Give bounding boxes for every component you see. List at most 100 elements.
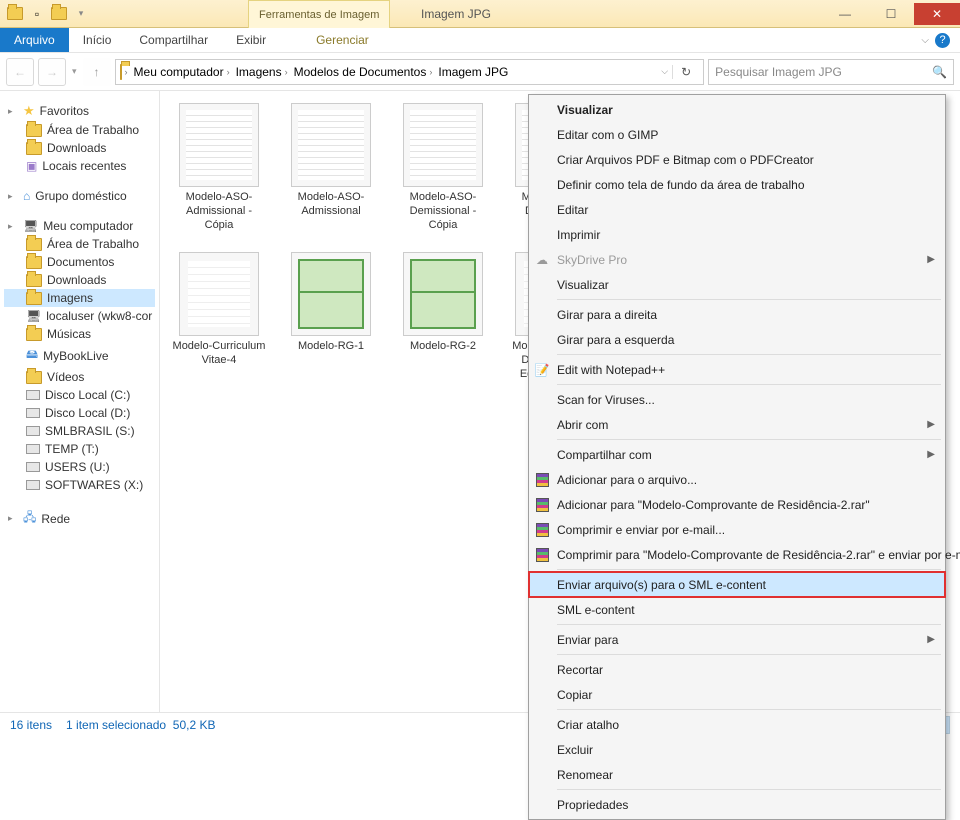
separator [557,384,941,385]
ctx-visualizar2[interactable]: Visualizar [529,272,945,297]
ribbon-expand-icon[interactable]: ⌵ [921,35,929,46]
tree-item[interactable]: Área de Trabalho [4,121,155,139]
tree-item[interactable]: Disco Local (D:) [4,404,155,422]
ctx-add-rar[interactable]: Adicionar para "Modelo-Comprovante de Re… [529,492,945,517]
address-dropdown-icon[interactable]: ⌵ [657,66,672,77]
ctx-gimp[interactable]: Editar com o GIMP [529,122,945,147]
rar-icon [533,496,551,514]
ctx-add-archive[interactable]: Adicionar para o arquivo... [529,467,945,492]
ctx-properties[interactable]: Propriedades [529,792,945,817]
ctx-notepad[interactable]: 📝Edit with Notepad++ [529,357,945,382]
nav-tree[interactable]: ▸★Favoritos Área de Trabalho Downloads ▣… [0,91,160,712]
window-title: Imagem JPG [90,7,822,21]
separator [557,624,941,625]
tree-item[interactable]: USERS (U:) [4,458,155,476]
tree-computer[interactable]: ▸🖥Meu computador [4,217,155,235]
separator [557,709,941,710]
breadcrumb-seg[interactable]: Imagens› [233,65,291,79]
tree-item[interactable]: Downloads [4,139,155,157]
breadcrumb-seg[interactable]: Meu computador› [131,65,233,79]
qat-newfolder-icon[interactable] [50,5,68,23]
contextual-tab-label: Ferramentas de Imagem [248,0,390,28]
back-button[interactable]: ← [6,58,34,86]
ctx-wallpaper[interactable]: Definir como tela de fundo da área de tr… [529,172,945,197]
search-placeholder: Pesquisar Imagem JPG [715,65,842,79]
breadcrumb-seg[interactable]: Modelos de Documentos› [291,65,436,79]
ctx-rotate-left[interactable]: Girar para a esquerda [529,327,945,352]
chevron-right-icon: ▶ [927,449,935,460]
recent-dropdown-icon[interactable]: ▾ [70,66,79,77]
tree-item[interactable]: 🖥localuser (wkw8-cor [4,307,155,325]
tree-item-selected[interactable]: Imagens [4,289,155,307]
ctx-scan-virus[interactable]: Scan for Viruses... [529,387,945,412]
tab-manage[interactable]: Gerenciar [302,28,383,52]
ctx-rotate-right[interactable]: Girar para a direita [529,302,945,327]
ctx-shortcut[interactable]: Criar atalho [529,712,945,737]
separator [557,789,941,790]
ctx-compress-rar-email[interactable]: Comprimir para "Modelo-Comprovante de Re… [529,542,945,567]
status-selection: 1 item selecionado 50,2 KB [66,718,215,732]
tree-network[interactable]: ▸🖧Rede [4,506,155,531]
tree-item[interactable]: SOFTWARES (X:) [4,476,155,494]
chevron-right-icon: ▶ [927,254,935,265]
maximize-button[interactable]: ☐ [868,3,914,25]
qat-dropdown-icon[interactable]: ▾ [72,5,90,23]
ribbon-right: ⌵ ? [921,28,960,52]
tab-home[interactable]: Início [69,28,126,52]
ctx-pdfcreator[interactable]: Criar Arquivos PDF e Bitmap com o PDFCre… [529,147,945,172]
separator [557,299,941,300]
ctx-compress-email[interactable]: Comprimir e enviar por e-mail... [529,517,945,542]
tree-item[interactable]: Vídeos [4,368,155,386]
tab-file[interactable]: Arquivo [0,28,69,52]
file-item[interactable]: Modelo-RG-1 [284,252,378,381]
ctx-editar[interactable]: Editar [529,197,945,222]
window-controls: — ☐ ✕ [822,3,960,25]
tree-homegroup[interactable]: ▸⌂Grupo doméstico [4,187,155,205]
separator [557,569,941,570]
search-icon: 🔍 [932,65,947,79]
file-item[interactable]: Modelo-ASO-Admissional [284,103,378,232]
tree-item[interactable]: 🖴MyBookLive [4,343,155,368]
tree-item[interactable]: ▣Locais recentes [4,157,155,175]
close-button[interactable]: ✕ [914,3,960,25]
search-input[interactable]: Pesquisar Imagem JPG 🔍 [708,59,954,85]
chevron-right-icon: ▶ [927,634,935,645]
tree-item[interactable]: Documentos [4,253,155,271]
file-item[interactable]: Modelo-RG-2 [396,252,490,381]
separator [557,439,941,440]
up-button[interactable]: ↑ [83,58,111,86]
ctx-open-with[interactable]: Abrir com▶ [529,412,945,437]
tree-item[interactable]: Músicas [4,325,155,343]
tree-item[interactable]: TEMP (T:) [4,440,155,458]
tab-view[interactable]: Exibir [222,28,280,52]
tree-favorites[interactable]: ▸★Favoritos [4,101,155,121]
ctx-cut[interactable]: Recortar [529,657,945,682]
help-icon[interactable]: ? [935,33,950,48]
tree-item[interactable]: Downloads [4,271,155,289]
forward-button[interactable]: → [38,58,66,86]
qat-properties-icon[interactable]: ▫ [28,5,46,23]
ctx-rename[interactable]: Renomear [529,762,945,787]
ctx-sml[interactable]: SML e-content [529,597,945,622]
separator [557,354,941,355]
breadcrumb-seg[interactable]: Imagem JPG [435,65,511,79]
ctx-delete[interactable]: Excluir [529,737,945,762]
ctx-sml-send[interactable]: Enviar arquivo(s) para o SML e-content [529,572,945,597]
tree-item[interactable]: Área de Trabalho [4,235,155,253]
file-item[interactable]: Modelo-Curriculum Vitae-4 [172,252,266,381]
address-bar[interactable]: › Meu computador› Imagens› Modelos de Do… [115,59,705,85]
refresh-button[interactable]: ↻ [672,65,699,79]
ctx-send-to[interactable]: Enviar para▶ [529,627,945,652]
minimize-button[interactable]: — [822,3,868,25]
tree-item[interactable]: SMLBRASIL (S:) [4,422,155,440]
ctx-copy[interactable]: Copiar [529,682,945,707]
ctx-share-with[interactable]: Compartilhar com▶ [529,442,945,467]
ctx-imprimir[interactable]: Imprimir [529,222,945,247]
ctx-skydrive[interactable]: ☁SkyDrive Pro▶ [529,247,945,272]
explorer-icon [6,5,24,23]
file-item[interactable]: Modelo-ASO-Admissional - Cópia [172,103,266,232]
tree-item[interactable]: Disco Local (C:) [4,386,155,404]
tab-share[interactable]: Compartilhar [125,28,222,52]
file-item[interactable]: Modelo-ASO-Demissional - Cópia [396,103,490,232]
ctx-visualizar[interactable]: Visualizar [529,97,945,122]
